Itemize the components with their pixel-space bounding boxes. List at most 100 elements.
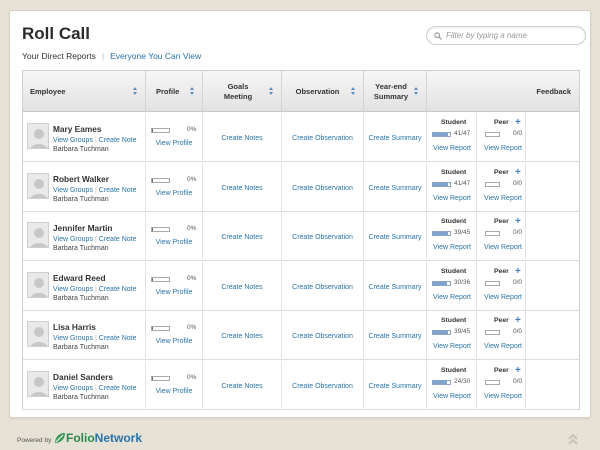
sort-icon[interactable] <box>414 87 419 96</box>
goals-cell: Create Notes <box>203 162 282 212</box>
create-observation-link[interactable]: Create Observation <box>282 135 363 142</box>
student-label: Student <box>441 366 467 374</box>
student-view-report-link[interactable]: View Report <box>433 145 471 152</box>
create-observation-link[interactable]: Create Observation <box>282 383 363 390</box>
create-note-link[interactable]: Create Note <box>99 187 137 194</box>
view-profile-link[interactable]: View Profile <box>146 239 202 246</box>
student-view-report-link[interactable]: View Report <box>433 244 471 251</box>
create-observation-link[interactable]: Create Observation <box>282 284 363 291</box>
profile-cell: 0% View Profile <box>146 311 203 360</box>
sort-icon[interactable] <box>133 87 138 96</box>
student-view-report-link[interactable]: View Report <box>433 343 471 350</box>
peer-view-report-link[interactable]: View Report <box>484 393 522 400</box>
peer-view-report-link[interactable]: View Report <box>484 244 522 251</box>
plus-icon[interactable]: + <box>515 365 521 376</box>
view-groups-link[interactable]: View Groups <box>53 286 93 293</box>
student-count: 39/45 <box>454 229 471 236</box>
student-feedback-cell: Student 41/47 View Report <box>427 162 477 212</box>
employee-name[interactable]: Edward Reed <box>53 273 106 283</box>
create-notes-link[interactable]: Create Notes <box>203 333 281 340</box>
peer-feedback-cell: Peer + 0/0 View Report <box>477 162 526 212</box>
employee-name[interactable]: Daniel Sanders <box>53 372 113 382</box>
employee-name[interactable]: Lisa Harris <box>53 322 96 332</box>
create-summary-link[interactable]: Create Summary <box>364 234 426 241</box>
peer-view-report-link[interactable]: View Report <box>484 145 522 152</box>
employee-cell: Robert Walker View Groups | Create Note Ba… <box>23 162 146 212</box>
student-view-report-link[interactable]: View Report <box>433 195 471 202</box>
plus-icon[interactable]: + <box>515 117 521 128</box>
view-groups-link[interactable]: View Groups <box>53 187 93 194</box>
student-view-report-link[interactable]: View Report <box>433 294 471 301</box>
student-label: Student <box>441 218 467 225</box>
create-summary-link[interactable]: Create Summary <box>364 333 426 340</box>
feedback-spacer-cell <box>526 262 579 311</box>
plus-icon[interactable]: + <box>515 216 521 227</box>
view-profile-link[interactable]: View Profile <box>146 338 202 345</box>
create-notes-link[interactable]: Create Notes <box>203 135 281 142</box>
sort-icon[interactable] <box>269 87 274 96</box>
view-groups-link[interactable]: View Groups <box>53 335 93 342</box>
plus-icon[interactable]: + <box>515 266 521 277</box>
profile-progress-bar <box>151 375 170 381</box>
peer-view-report-link[interactable]: View Report <box>484 294 522 301</box>
create-note-link[interactable]: Create Note <box>99 286 137 293</box>
folio-network-logo[interactable]: Folio Network <box>54 431 142 445</box>
divider: | <box>101 51 105 61</box>
summary-cell: Create Summary <box>364 162 427 212</box>
manager-name: Barbara Tuchman <box>53 195 109 203</box>
create-note-link[interactable]: Create Note <box>99 137 137 144</box>
view-groups-link[interactable]: View Groups <box>53 385 93 392</box>
column-goals[interactable]: Goals Meeting <box>203 71 282 112</box>
create-observation-link[interactable]: Create Observation <box>282 234 363 241</box>
view-profile-link[interactable]: View Profile <box>146 190 202 197</box>
peer-count: 0/0 <box>513 229 523 236</box>
peer-view-report-link[interactable]: View Report <box>484 195 522 202</box>
create-notes-link[interactable]: Create Notes <box>203 383 281 390</box>
tab-direct-reports[interactable]: Your Direct Reports <box>22 51 96 61</box>
manager-name: Barbara Tuchman <box>53 245 109 252</box>
column-observation[interactable]: Observation <box>282 71 364 112</box>
sort-icon[interactable] <box>190 87 195 96</box>
student-view-report-link[interactable]: View Report <box>433 393 471 400</box>
column-profile[interactable]: Profile <box>146 71 203 112</box>
brand-network: Network <box>94 431 143 445</box>
roll-call-table: Employee Profile Goals Meeting Observati… <box>22 70 580 410</box>
create-notes-link[interactable]: Create Notes <box>203 234 281 241</box>
create-summary-link[interactable]: Create Summary <box>364 185 426 192</box>
create-note-link[interactable]: Create Note <box>99 335 137 342</box>
filter-input[interactable] <box>446 31 584 40</box>
employee-name[interactable]: Jennifer Martin <box>53 223 112 233</box>
view-profile-link[interactable]: View Profile <box>146 289 202 296</box>
view-groups-link[interactable]: View Groups <box>53 137 93 144</box>
employee-name[interactable]: Robert Walker <box>53 174 109 184</box>
goals-cell: Create Notes <box>203 113 282 162</box>
avatar-placeholder <box>27 222 49 248</box>
plus-icon[interactable]: + <box>515 315 521 326</box>
peer-count: 0/0 <box>513 377 523 385</box>
create-observation-link[interactable]: Create Observation <box>282 185 363 192</box>
view-profile-link[interactable]: View Profile <box>146 388 202 395</box>
filter-box[interactable] <box>426 26 586 45</box>
employee-name[interactable]: Mary Eames <box>53 124 101 134</box>
create-summary-link[interactable]: Create Summary <box>364 284 426 291</box>
plus-icon[interactable]: + <box>515 167 521 178</box>
create-notes-link[interactable]: Create Notes <box>203 284 281 291</box>
avatar-placeholder <box>27 321 49 347</box>
create-note-link[interactable]: Create Note <box>99 385 137 392</box>
create-note-link[interactable]: Create Note <box>99 236 137 243</box>
tab-everyone[interactable]: Everyone You Can View <box>110 51 201 61</box>
create-observation-link[interactable]: Create Observation <box>282 333 363 340</box>
column-summary[interactable]: Year-end Summary <box>364 71 427 112</box>
profile-percent: 0% <box>187 274 197 282</box>
sort-icon[interactable] <box>351 87 356 96</box>
avatar-placeholder <box>27 172 49 199</box>
column-employee[interactable]: Employee <box>23 71 146 112</box>
scroll-to-top-button[interactable] <box>567 432 579 450</box>
peer-view-report-link[interactable]: View Report <box>484 343 522 350</box>
summary-cell: Create Summary <box>364 113 427 162</box>
view-groups-link[interactable]: View Groups <box>53 236 93 243</box>
create-notes-link[interactable]: Create Notes <box>203 185 281 192</box>
view-profile-link[interactable]: View Profile <box>146 140 202 147</box>
create-summary-link[interactable]: Create Summary <box>364 383 426 390</box>
create-summary-link[interactable]: Create Summary <box>364 135 426 142</box>
